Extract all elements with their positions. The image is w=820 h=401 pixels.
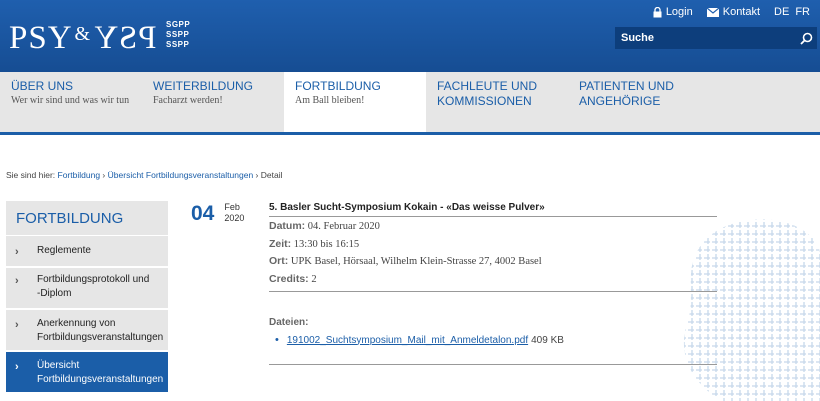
event-month-year: Feb 2020 <box>224 202 244 225</box>
sidebar-title: FORTBILDUNG <box>6 201 168 236</box>
event-place-row: Ort: UPK Basel, Hörsaal, Wilhelm Klein-S… <box>269 253 717 271</box>
envelope-icon <box>706 7 719 17</box>
event-credits-label: Credits: <box>269 272 309 285</box>
event-month: Feb <box>224 202 240 212</box>
event-date-value: 04. Februar 2020 <box>307 221 380 232</box>
breadcrumb-separator: › <box>255 170 259 180</box>
bullet-icon: • <box>275 334 279 346</box>
event-date-badge: 04 Feb 2020 <box>191 202 244 225</box>
nav-subtitle: Facharzt werden! <box>153 95 223 106</box>
event-detail: 5. Basler Sucht-Symposium Kokain - «Das … <box>269 202 717 365</box>
site-logo[interactable]: PSY &PSY <box>9 20 157 57</box>
lang-fr[interactable]: FR <box>795 6 810 18</box>
sidebar-item-label: Reglemente <box>37 245 91 256</box>
file-download-link[interactable]: 191002_Suchtsymposium_Mail_mit_Anmeldeta… <box>287 335 528 346</box>
file-size: 409 KB <box>531 334 564 346</box>
search-icon <box>799 32 812 45</box>
breadcrumb-current: Detail <box>260 170 283 180</box>
login-link[interactable]: Login <box>653 6 693 18</box>
file-item: • 191002_Suchtsymposium_Mail_mit_Anmelde… <box>275 334 717 346</box>
event-time-value: 13:30 bis 16:15 <box>293 238 360 250</box>
site-header: PSY &PSY SGPP SSPP SSPP Login Kontakt DE … <box>0 0 820 72</box>
nav-title: ÜBER UNS <box>11 79 74 93</box>
divider <box>269 364 717 365</box>
nav-item-fachleute[interactable]: FACHLEUTE UND KOMMISSIONEN <box>426 72 568 135</box>
chevron-right-icon: › <box>15 319 19 331</box>
lang-de[interactable]: DE <box>774 6 789 18</box>
sidebar-item-reglemente[interactable]: › Reglemente <box>6 236 168 268</box>
main-nav: ÜBER UNS Wer wir sind und was wir tun WE… <box>0 72 820 135</box>
lock-icon <box>653 6 662 17</box>
sidebar-item-uebersicht[interactable]: › Übersicht Fortbildungsveranstaltungen <box>6 352 168 394</box>
event-year: 2020 <box>224 213 245 223</box>
nav-title: WEITERBILDUNG <box>153 79 254 93</box>
nav-title: PATIENTEN UND ANGEHÖRIGE <box>579 79 674 108</box>
top-links: Login Kontakt DE FR <box>653 6 810 18</box>
logo-amp: & <box>74 23 92 45</box>
nav-filler <box>710 72 820 135</box>
breadcrumb-link-fortbildung[interactable]: Fortbildung <box>58 170 101 180</box>
search-box <box>615 27 817 49</box>
breadcrumb-separator: › <box>102 170 106 180</box>
logo-code-sspp-1: SSPP <box>166 30 190 39</box>
contact-label: Kontakt <box>722 6 761 18</box>
event-credits-row: Credits: 2 <box>269 271 717 289</box>
event-time-label: Zeit: <box>269 237 292 250</box>
breadcrumb-link-uebersicht[interactable]: Übersicht Fortbildungsveranstaltungen <box>108 170 254 180</box>
search-button[interactable] <box>795 27 817 49</box>
nav-subtitle: Wer wir sind und was wir tun <box>11 95 130 106</box>
event-credits-value: 2 <box>311 273 317 285</box>
logo-code-sspp-2: SSPP <box>166 40 190 49</box>
nav-item-fortbildung[interactable]: FORTBILDUNG Am Ball bleiben! <box>284 72 426 135</box>
sidebar-item-anerkennung[interactable]: › Anerkennung von Fortbildungsveranstalt… <box>6 310 168 352</box>
login-label: Login <box>665 6 693 18</box>
breadcrumb-prefix: Sie sind hier: <box>6 170 56 180</box>
nav-title: FACHLEUTE UND KOMMISSIONEN <box>437 79 538 108</box>
chevron-right-icon: › <box>15 361 19 373</box>
event-day: 04 <box>191 202 215 225</box>
nav-title: FORTBILDUNG <box>295 79 381 93</box>
logo-codes: SGPP SSPP SSPP <box>166 20 190 50</box>
logo-text-right: PSY <box>93 20 157 56</box>
event-place-label: Ort: <box>269 255 289 267</box>
nav-item-ueber-uns[interactable]: ÜBER UNS Wer wir sind und was wir tun <box>0 72 142 135</box>
sidebar-item-label: Übersicht Fortbildungsveranstaltungen <box>37 360 164 385</box>
files-heading: Dateien: <box>269 317 309 328</box>
event-date-label: Datum: <box>269 220 306 232</box>
sidebar-nav: FORTBILDUNG › Reglemente › Fortbildungsp… <box>6 201 168 394</box>
language-switcher: DE FR <box>774 6 810 18</box>
sidebar-item-label: Anerkennung von Fortbildungsveranstaltun… <box>37 318 164 343</box>
sidebar-item-fortbildungsprotokoll[interactable]: › Fortbildungsprotokoll und -Diplom <box>6 268 168 310</box>
nav-subtitle: Am Ball bleiben! <box>295 95 365 106</box>
nav-item-patienten[interactable]: PATIENTEN UND ANGEHÖRIGE <box>568 72 710 135</box>
search-input[interactable] <box>615 27 795 49</box>
event-place-value: UPK Basel, Hörsaal, Wilhelm Klein-Strass… <box>290 256 542 267</box>
chevron-right-icon: › <box>15 275 19 287</box>
sidebar-item-label: Fortbildungsprotokoll und -Diplom <box>37 274 150 299</box>
contact-link[interactable]: Kontakt <box>706 6 761 18</box>
files-list: • 191002_Suchtsymposium_Mail_mit_Anmelde… <box>269 334 717 346</box>
event-date-row: Datum: 04. Februar 2020 <box>269 218 717 236</box>
breadcrumb: Sie sind hier: Fortbildung › Übersicht F… <box>6 170 283 180</box>
logo-code-sgpp: SGPP <box>166 20 191 29</box>
event-time-row: Zeit: 13:30 bis 16:15 <box>269 236 717 254</box>
nav-item-weiterbildung[interactable]: WEITERBILDUNG Facharzt werden! <box>142 72 284 135</box>
event-title: 5. Basler Sucht-Symposium Kokain - «Das … <box>269 202 717 217</box>
event-meta: Datum: 04. Februar 2020 Zeit: 13:30 bis … <box>269 217 717 292</box>
logo-text-left: PSY <box>9 20 73 56</box>
chevron-right-icon: › <box>15 246 19 258</box>
